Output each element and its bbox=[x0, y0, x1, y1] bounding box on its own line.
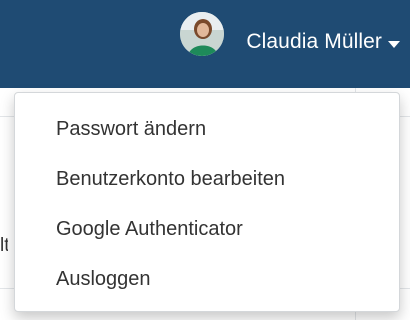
page-text-fragment: lt bbox=[0, 235, 8, 256]
menu-item-edit-account[interactable]: Benutzerkonto bearbeiten bbox=[15, 154, 399, 204]
top-navbar: Claudia Müller bbox=[0, 0, 410, 88]
menu-item-google-authenticator[interactable]: Google Authenticator bbox=[15, 204, 399, 254]
caret-down-icon[interactable] bbox=[388, 40, 400, 48]
user-menu-toggle[interactable]: Claudia Müller bbox=[180, 12, 400, 62]
user-dropdown-menu: Passwort ändern Benutzerkonto bearbeiten… bbox=[14, 92, 400, 312]
app-viewport: Claudia Müller lt Passwort ändern Benutz… bbox=[0, 0, 410, 320]
avatar-photo-icon bbox=[180, 12, 225, 56]
user-avatar[interactable] bbox=[180, 12, 225, 56]
menu-item-change-password[interactable]: Passwort ändern bbox=[15, 104, 399, 154]
menu-item-logout[interactable]: Ausloggen bbox=[15, 254, 399, 304]
user-name[interactable]: Claudia Müller bbox=[246, 30, 382, 54]
